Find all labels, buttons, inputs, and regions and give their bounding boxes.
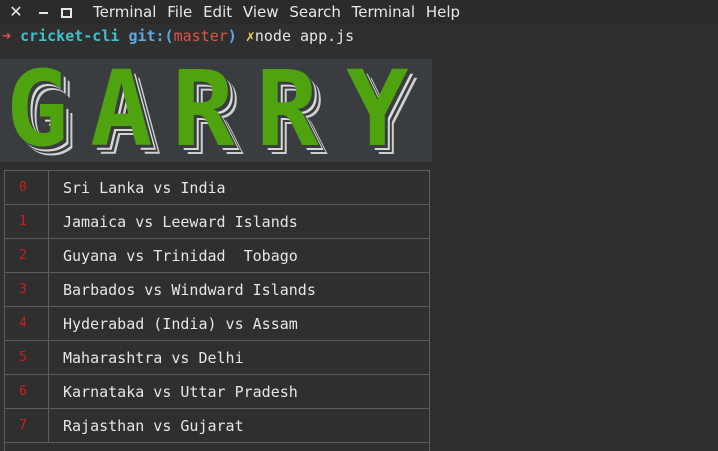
title-bar: ✕ Terminal File Edit View Search Termina… [0,0,718,24]
banner-letter: G [6,59,69,162]
menu-item-search[interactable]: Search [289,3,341,21]
match-index: 1 [5,205,49,238]
prompt-command: node app.js [254,27,355,45]
match-index: 5 [5,341,49,374]
ascii-banner: G A R R Y [0,59,432,162]
match-table: 0 Sri Lanka vs India 1 Jamaica vs Leewar… [4,170,430,451]
prompt-git-label: git:( [128,27,174,45]
match-title: Karnataka vs Uttar Pradesh [63,383,298,401]
match-index: 2 [5,239,49,272]
close-icon[interactable]: ✕ [6,2,26,22]
minimize-icon[interactable] [33,2,53,22]
prompt-arrow-icon: ➜ [2,27,12,45]
match-index: 0 [5,171,49,204]
banner-letter: R [172,59,235,162]
match-index: 6 [5,375,49,408]
prompt-branch: master [173,27,228,45]
maximize-icon[interactable] [56,2,76,22]
table-row[interactable]: 0 Sri Lanka vs India [5,171,429,205]
prompt-git-close: ) [227,27,237,45]
match-title: Jamaica vs Leeward Islands [63,213,298,231]
table-row[interactable]: 2 Guyana vs Trinidad Tobago [5,239,429,273]
table-row[interactable]: 5 Maharashtra vs Delhi [5,341,429,375]
banner-letter: R [256,59,319,162]
menu-item-help[interactable]: Help [426,3,460,21]
menu-item-view[interactable]: View [243,3,279,21]
prompt-directory: cricket-cli [20,27,120,45]
table-row[interactable]: 1 Jamaica vs Leeward Islands [5,205,429,239]
match-index: 3 [5,273,49,306]
shell-prompt: ➜ cricket-cli git:(master) ✗node app.js [2,26,354,46]
prompt-dirty-icon: ✗ [245,27,255,45]
menu-item-edit[interactable]: Edit [203,3,232,21]
match-title: Hyderabad (India) vs Assam [63,315,298,333]
table-row[interactable]: 7 Rajasthan vs Gujarat [5,409,429,443]
match-title: Guyana vs Trinidad Tobago [63,247,298,265]
menu-item-terminal-2[interactable]: Terminal [352,3,415,21]
menu-bar: Terminal File Edit View Search Terminal … [93,3,466,21]
banner-letter: Y [346,59,409,162]
match-title: Sri Lanka vs India [63,179,226,197]
table-row[interactable]: 6 Karnataka vs Uttar Pradesh [5,375,429,409]
match-title: Barbados vs Windward Islands [63,281,316,299]
match-index: 7 [5,409,49,442]
match-index: 4 [5,307,49,340]
menu-item-terminal[interactable]: Terminal [93,3,156,21]
match-title: Maharashtra vs Delhi [63,349,244,367]
menu-item-file[interactable]: File [167,3,192,21]
table-row[interactable]: 4 Hyderabad (India) vs Assam [5,307,429,341]
banner-letter: A [90,59,153,162]
table-row[interactable]: 3 Barbados vs Windward Islands [5,273,429,307]
match-title: Rajasthan vs Gujarat [63,417,244,435]
